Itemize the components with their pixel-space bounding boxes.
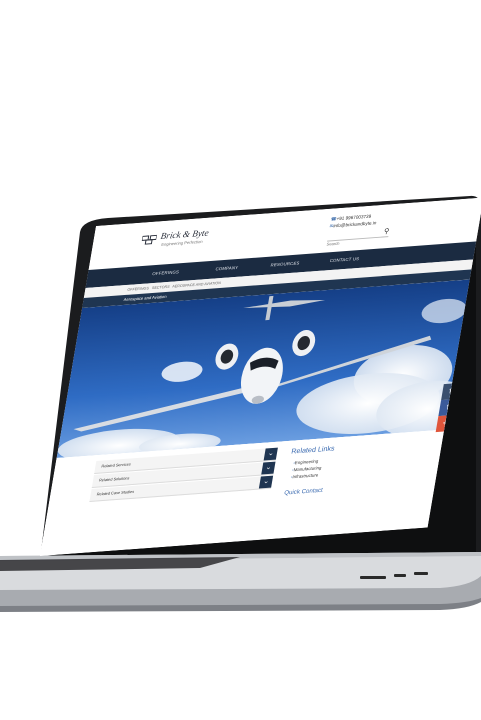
nav-item-company[interactable]: COMPANY	[215, 265, 239, 272]
website: Brick & Byte Engineering Perfection +91 …	[39, 197, 481, 556]
usb-port	[360, 576, 386, 579]
nav-item-contact[interactable]: CONTACT US	[329, 256, 359, 263]
laptop-screen: Brick & Byte Engineering Perfection +91 …	[39, 197, 481, 556]
accordion-label: Related Case Studies	[96, 489, 135, 497]
breadcrumb-sectors[interactable]: SECTORS	[152, 285, 170, 290]
nav-item-resources[interactable]: RESOURCES	[270, 260, 300, 267]
chevron-down-icon[interactable]: ⌄	[263, 447, 278, 461]
search-box[interactable]: ⚲	[326, 227, 390, 247]
chevron-down-icon[interactable]: ⌄	[258, 475, 274, 489]
hdmi-port	[414, 572, 428, 575]
quick-contact-title: Quick Contact	[283, 487, 324, 497]
search-icon[interactable]: ⚲	[383, 227, 390, 235]
related-link-manufacturing[interactable]: Manufacturing	[292, 465, 322, 472]
related-link-infrastructure[interactable]: Infrastructure	[291, 472, 319, 479]
nav-item-offerings[interactable]: OFFERINGS	[152, 269, 180, 276]
brick-logo-icon[interactable]	[141, 233, 158, 246]
related-links-title: Related Links	[290, 445, 336, 456]
chevron-down-icon[interactable]: ⌄	[261, 461, 276, 475]
thunderbolt-port	[394, 574, 406, 577]
accordion-label: Related Solutions	[98, 476, 130, 483]
search-input[interactable]	[326, 238, 376, 247]
related-link-engineering[interactable]: Engineering	[293, 458, 318, 465]
accordion-label: Related Services	[101, 462, 132, 469]
breadcrumb-offerings[interactable]: OFFERINGS	[127, 286, 149, 292]
page-title: Aerospace and Aviation	[123, 293, 168, 302]
